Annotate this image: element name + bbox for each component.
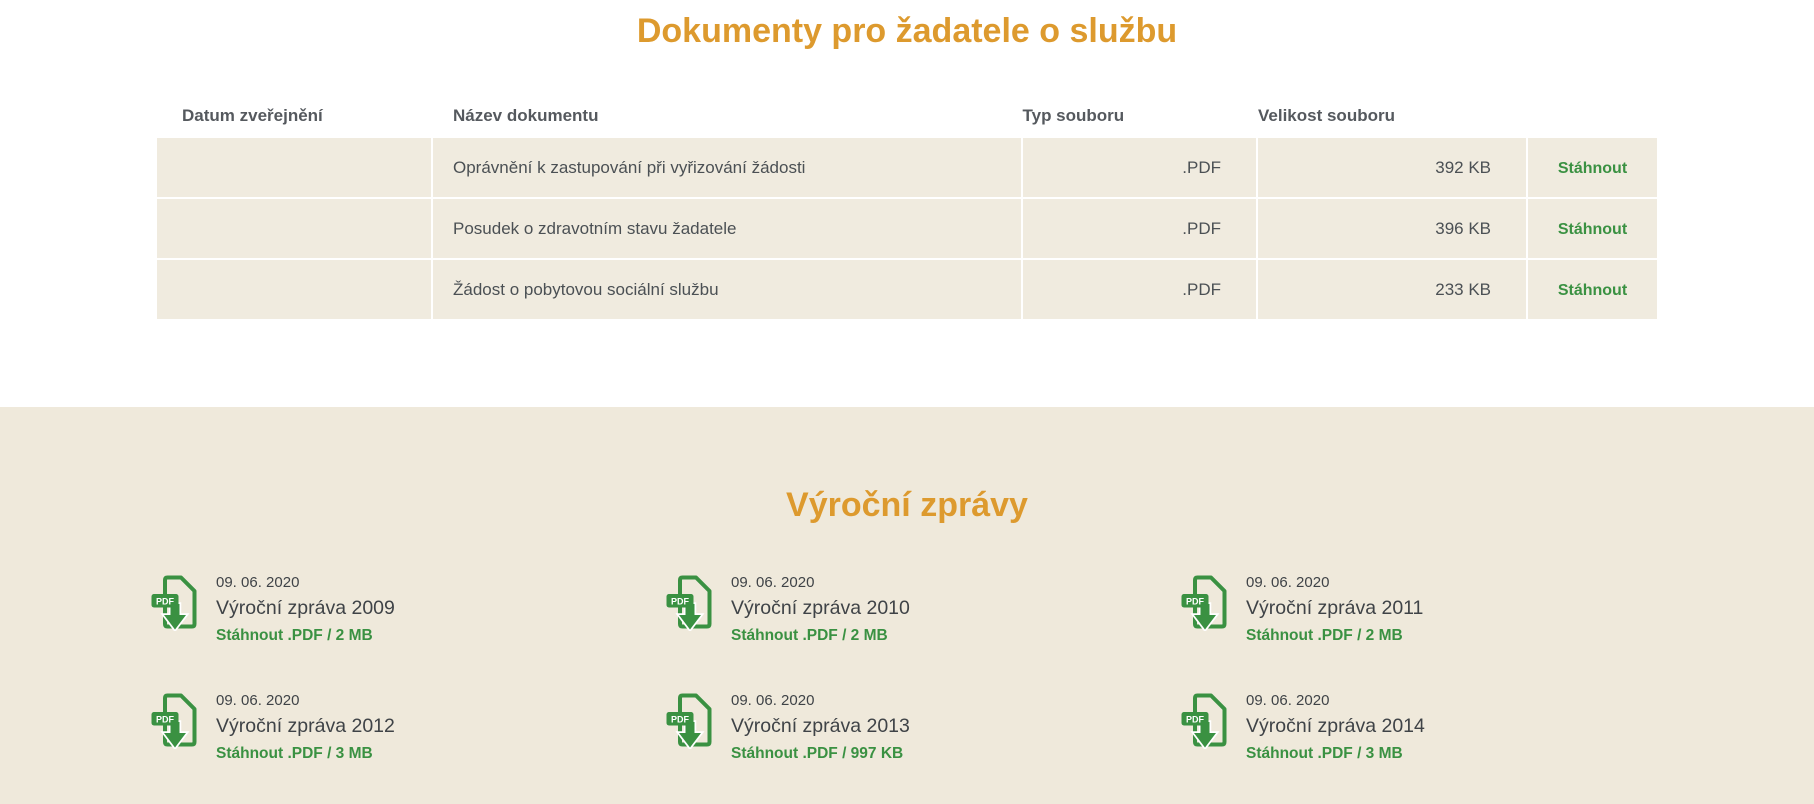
download-link[interactable]: Stáhnout <box>1558 160 1627 177</box>
report-item: 09. 06. 2020 Výroční zpráva 2010 Stáhnou… <box>666 573 1181 645</box>
report-title: Výroční zpráva 2013 <box>731 714 910 738</box>
download-link[interactable]: Stáhnout <box>1558 282 1627 299</box>
report-download-link[interactable]: Stáhnout .PDF / 3 MB <box>1246 745 1403 763</box>
cell-file-size: 233 KB <box>1258 260 1528 319</box>
report-title: Výroční zpráva 2012 <box>216 714 395 738</box>
annual-reports-grid: 09. 06. 2020 Výroční zpráva 2009 Stáhnou… <box>117 573 1697 763</box>
report-title: Výroční zpráva 2014 <box>1246 714 1425 738</box>
report-date: 09. 06. 2020 <box>1246 573 1423 593</box>
report-item: 09. 06. 2020 Výroční zpráva 2009 Stáhnou… <box>151 573 666 645</box>
cell-file-type: .PDF <box>1023 260 1259 319</box>
report-item: 09. 06. 2020 Výroční zpráva 2012 Stáhnou… <box>151 691 666 763</box>
annual-reports-section: Výroční zprávy 09. 06. 2020 Výroční zprá… <box>0 407 1814 804</box>
report-download-link[interactable]: Stáhnout .PDF / 3 MB <box>216 745 373 763</box>
table-row: Oprávnění k zastupování při vyřizování ž… <box>157 138 1657 197</box>
report-date: 09. 06. 2020 <box>731 691 910 711</box>
annual-reports-title: Výroční zprávy <box>0 485 1814 525</box>
report-date: 09. 06. 2020 <box>1246 691 1425 711</box>
pdf-download-icon[interactable] <box>1181 691 1229 749</box>
pdf-download-icon[interactable] <box>666 573 714 631</box>
cell-publish-date <box>157 260 433 319</box>
pdf-download-icon[interactable] <box>666 691 714 749</box>
cell-file-type: .PDF <box>1023 138 1259 197</box>
cell-publish-date <box>157 138 433 197</box>
report-download-link[interactable]: Stáhnout .PDF / 2 MB <box>731 627 888 645</box>
report-item: 09. 06. 2020 Výroční zpráva 2013 Stáhnou… <box>666 691 1181 763</box>
cell-file-size: 396 KB <box>1258 199 1528 258</box>
report-title: Výroční zpráva 2010 <box>731 596 910 620</box>
cell-publish-date <box>157 199 433 258</box>
report-title: Výroční zpráva 2009 <box>216 596 395 620</box>
table-row: Posudek o zdravotním stavu žadatele .PDF… <box>157 199 1657 258</box>
pdf-download-icon[interactable] <box>151 691 199 749</box>
report-item: 09. 06. 2020 Výroční zpráva 2011 Stáhnou… <box>1181 573 1696 645</box>
cell-document-name: Posudek o zdravotním stavu žadatele <box>433 199 1023 258</box>
report-date: 09. 06. 2020 <box>216 691 395 711</box>
col-header-file-type: Typ souboru <box>1023 96 1259 136</box>
report-item: 09. 06. 2020 Výroční zpráva 2014 Stáhnou… <box>1181 691 1696 763</box>
col-header-document-name: Název dokumentu <box>433 96 1023 136</box>
documents-section-title: Dokumenty pro žadatele o službu <box>0 10 1814 52</box>
table-row: Žádost o pobytovou sociální službu .PDF … <box>157 260 1657 319</box>
pdf-download-icon[interactable] <box>1181 573 1229 631</box>
pdf-download-icon[interactable] <box>151 573 199 631</box>
documents-table: Datum zveřejnění Název dokumentu Typ sou… <box>157 94 1657 321</box>
cell-file-type: .PDF <box>1023 199 1259 258</box>
report-date: 09. 06. 2020 <box>731 573 910 593</box>
col-header-download <box>1528 96 1657 136</box>
col-header-file-size: Velikost souboru <box>1258 96 1528 136</box>
report-date: 09. 06. 2020 <box>216 573 395 593</box>
report-download-link[interactable]: Stáhnout .PDF / 2 MB <box>216 627 373 645</box>
report-download-link[interactable]: Stáhnout .PDF / 997 KB <box>731 745 903 763</box>
cell-file-size: 392 KB <box>1258 138 1528 197</box>
report-title: Výroční zpráva 2011 <box>1246 596 1423 620</box>
col-header-publish-date: Datum zveřejnění <box>157 96 433 136</box>
download-link[interactable]: Stáhnout <box>1558 221 1627 238</box>
table-header-row: Datum zveřejnění Název dokumentu Typ sou… <box>157 96 1657 136</box>
cell-document-name: Oprávnění k zastupování při vyřizování ž… <box>433 138 1023 197</box>
documents-section: Dokumenty pro žadatele o službu Datum zv… <box>0 0 1814 407</box>
report-download-link[interactable]: Stáhnout .PDF / 2 MB <box>1246 627 1403 645</box>
cell-document-name: Žádost o pobytovou sociální službu <box>433 260 1023 319</box>
